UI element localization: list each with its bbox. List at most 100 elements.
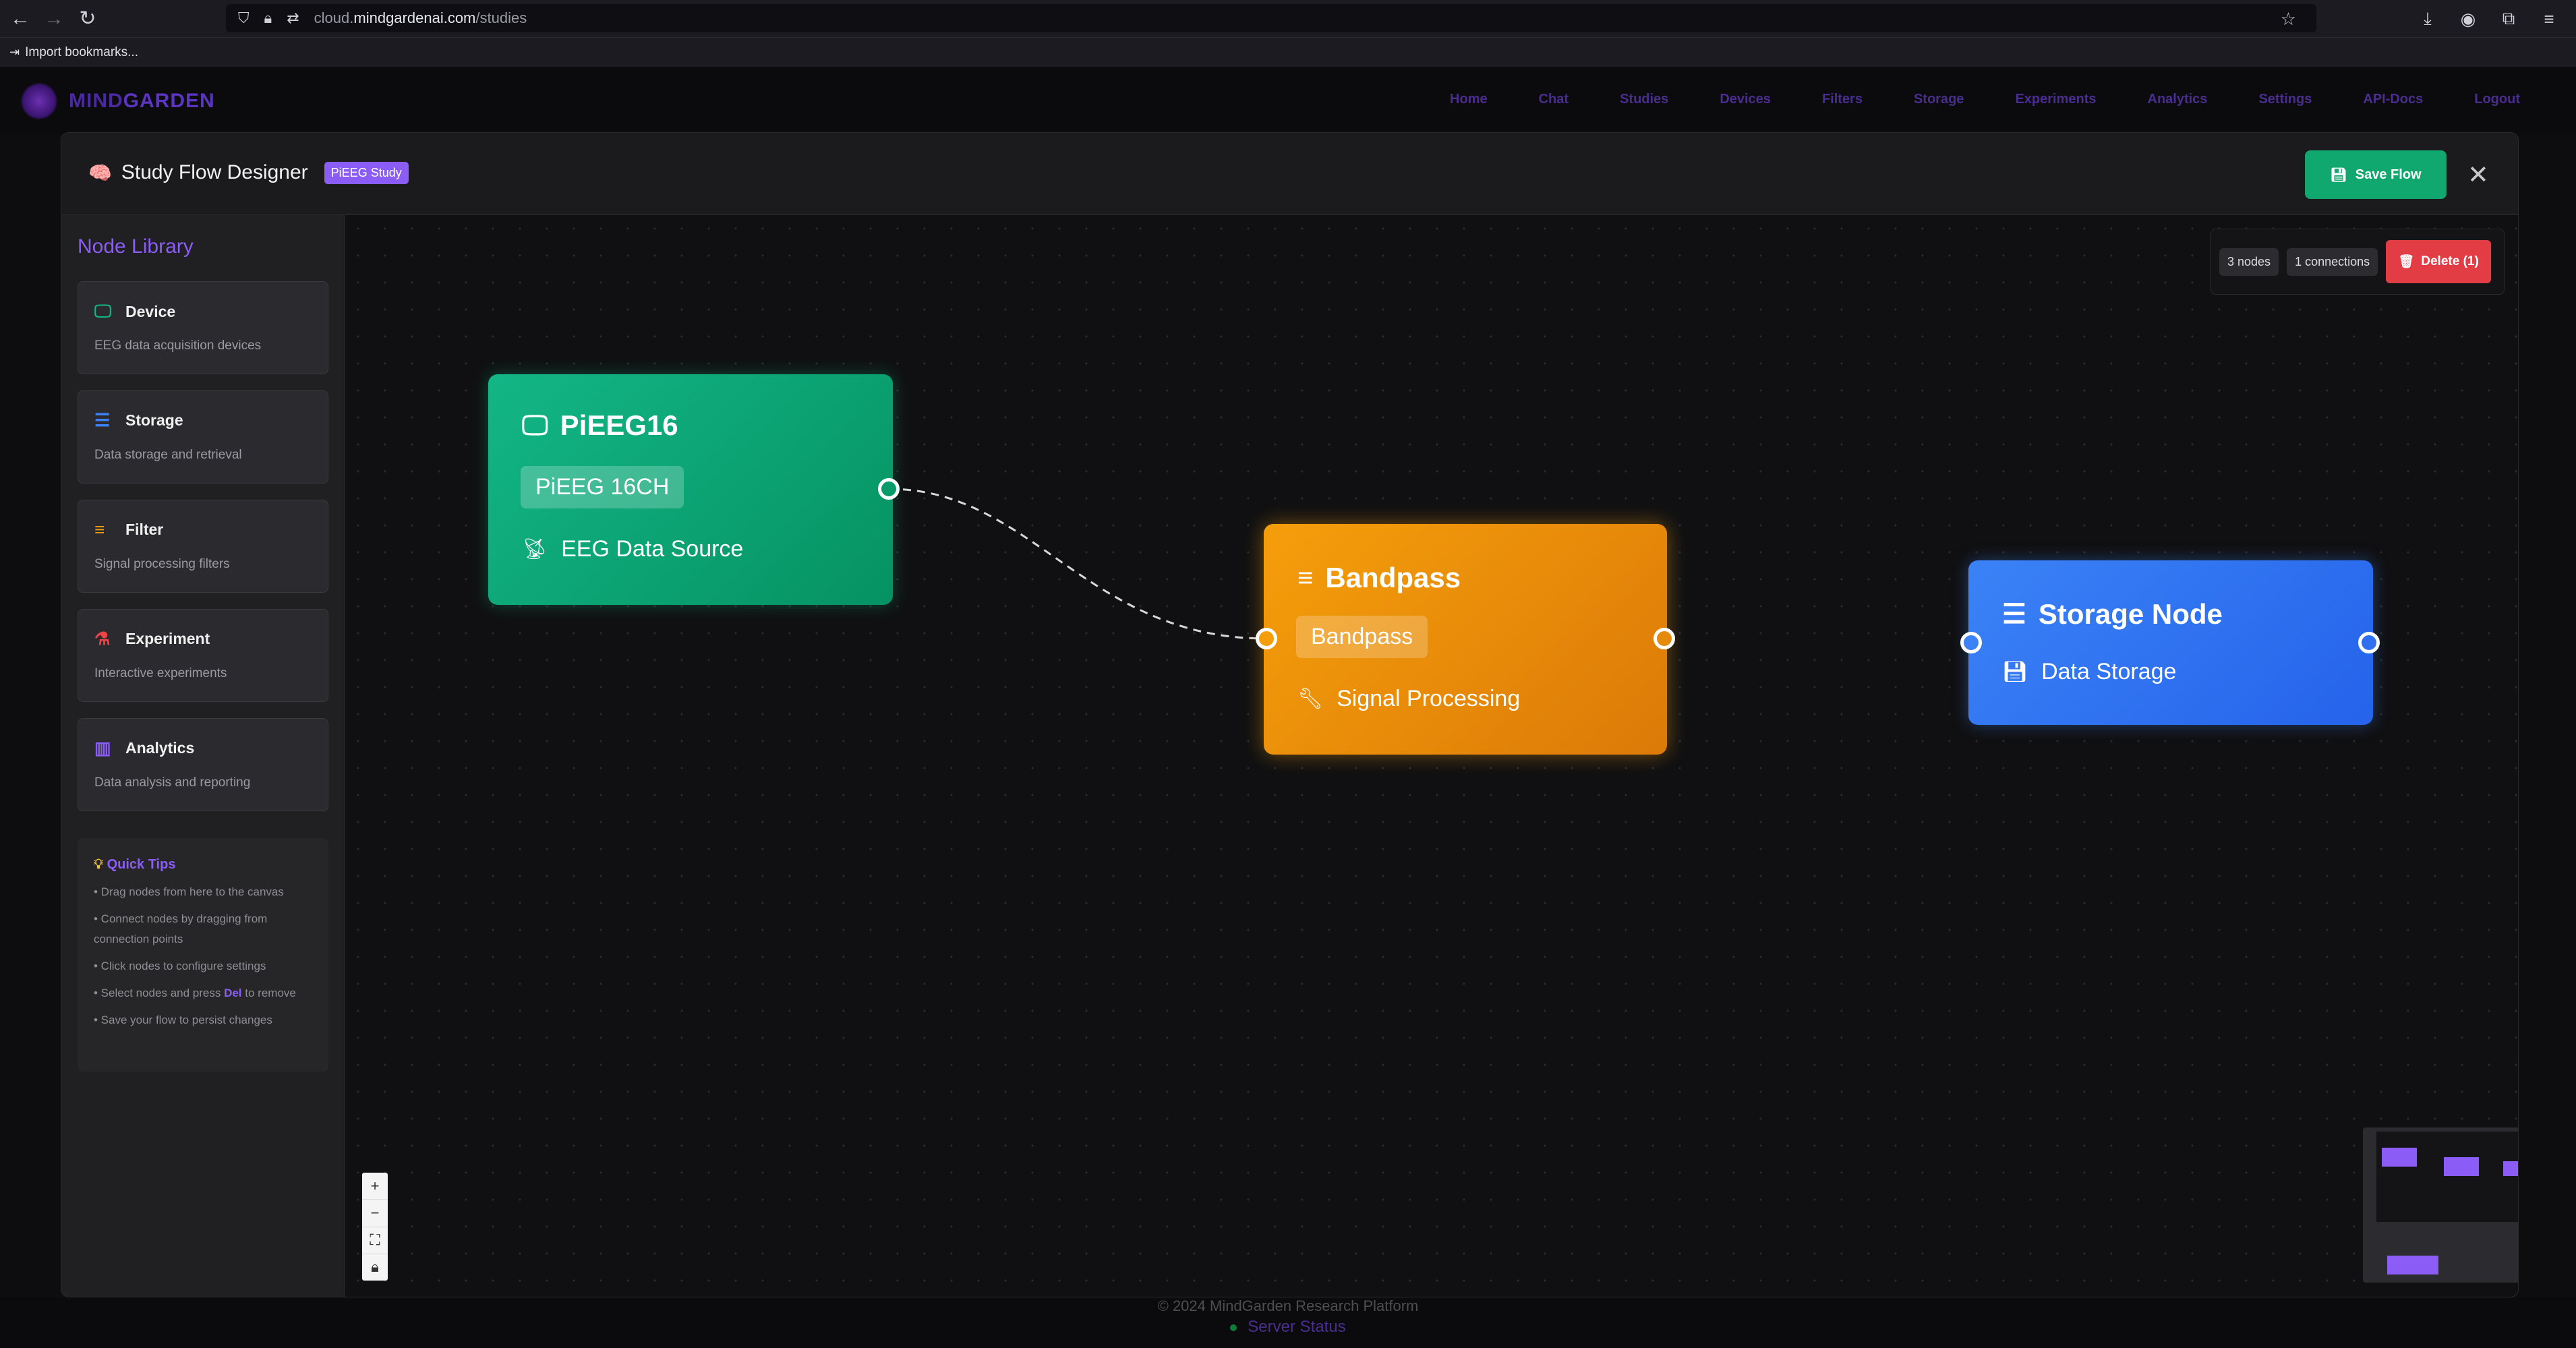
save-icon: 💾︎ (2330, 167, 2347, 183)
tip-item: • Connect nodes by dragging from connect… (94, 912, 268, 945)
flow-canvas[interactable]: 3 nodes 1 connections 🗑︎ Delete (1) 🖵︎ PiE… (345, 215, 2518, 1297)
server-status[interactable]: Server Status (0, 1318, 2576, 1337)
address-bar[interactable]: ⛉ 🔒︎ ⇄ cloud.mindgardenai.com/studies ☆ (226, 4, 2316, 32)
library-item-label: Analytics (125, 739, 195, 757)
nav-devices[interactable]: Devices (1694, 92, 1796, 107)
quick-tips: 💡︎ Quick Tips • Drag nodes from here to … (78, 838, 328, 1072)
footer: © 2024 MindGarden Research Platform Serv… (0, 1297, 2576, 1348)
node-storage[interactable]: ☰ Storage Node 💾︎ Data Storage (1960, 560, 2380, 725)
wrench-icon: 🔧︎ (1297, 688, 1324, 710)
close-icon[interactable]: ✕ (2467, 160, 2489, 190)
connection-count: 1 connections (2287, 247, 2378, 276)
node-title: PiEEG16 (560, 409, 678, 441)
node-subtitle: EEG Data Source (561, 536, 744, 562)
lightbulb-icon: 💡︎ (94, 857, 103, 872)
node-library: Node Library 🖵︎ Device EEG data acquisiti… (61, 215, 345, 1297)
node-tag: Bandpass (1296, 616, 1428, 658)
nav-home[interactable]: Home (1424, 92, 1513, 107)
lock-icon[interactable]: 🔒︎ (362, 1254, 388, 1281)
satellite-icon: 📡︎ (522, 538, 548, 560)
tip-item: • Click nodes to configure settings (94, 960, 266, 972)
library-item-label: Storage (125, 411, 183, 429)
minimap-node (2444, 1157, 2479, 1176)
back-icon[interactable]: ← (7, 5, 34, 32)
url-text[interactable]: cloud.mindgardenai.com/studies (314, 9, 527, 27)
minimap-node (2382, 1148, 2417, 1167)
flow-designer-modal: 🧠 Study Flow Designer PiEEG Study 💾︎ Sav… (61, 132, 2519, 1297)
import-icon: ⇥ (9, 45, 20, 59)
nav-analytics[interactable]: Analytics (2122, 92, 2233, 107)
bookmarks-bar: ⇥ Import bookmarks... (0, 38, 2576, 67)
modal-title: Study Flow Designer (121, 161, 308, 183)
logo-text: MINDGARDEN (69, 90, 215, 112)
delete-label: Delete (1) (2421, 254, 2479, 268)
nav-logout[interactable]: Logout (2449, 92, 2546, 107)
library-item-filter[interactable]: ≡ Filter Signal processing filters (78, 500, 328, 593)
minimap-node (2387, 1256, 2438, 1274)
extensions-icon[interactable]: ⧉ (2488, 8, 2529, 30)
nav-settings[interactable]: Settings (2233, 92, 2337, 107)
input-port[interactable] (1960, 632, 1982, 653)
library-item-desc: EEG data acquisition devices (94, 339, 262, 353)
output-port[interactable] (878, 478, 900, 500)
node-device[interactable]: 🖵︎ PiEEG16 PiEEG 16CH 📡︎ EEG Data Source (488, 374, 900, 605)
library-item-label: Experiment (125, 630, 210, 647)
node-tag: PiEEG 16CH (521, 466, 684, 508)
devices-icon: 🖵︎ (94, 301, 112, 321)
library-item-desc: Data analysis and reporting (94, 775, 251, 790)
nav-chat[interactable]: Chat (1513, 92, 1594, 107)
permissions-icon[interactable]: ⇄ (287, 9, 299, 27)
menu-icon[interactable]: ≡ (2529, 9, 2569, 30)
app-header: MINDGARDEN Home Chat Studies Devices Fil… (0, 67, 2576, 135)
floppy-disk-icon: 💾︎ (2002, 661, 2028, 683)
filter-icon: ≡ (1297, 562, 1314, 593)
connection-edge[interactable] (888, 488, 1267, 640)
nav-filters[interactable]: Filters (1796, 92, 1888, 107)
node-subtitle: Signal Processing (1337, 686, 1521, 711)
import-bookmarks-link[interactable]: Import bookmarks... (25, 45, 138, 60)
brain-logo-icon (20, 82, 58, 120)
node-filter[interactable]: ≡ Bandpass Bandpass 🔧︎ Signal Processing (1256, 524, 1675, 755)
minimap[interactable] (2363, 1127, 2518, 1283)
nav-experiments[interactable]: Experiments (1989, 92, 2121, 107)
node-title: Bandpass (1325, 562, 1461, 593)
save-flow-button[interactable]: 💾︎ Save Flow (2305, 150, 2447, 199)
storage-icon: ☰ (94, 410, 111, 430)
zoom-in-icon[interactable]: + (362, 1173, 388, 1200)
browser-toolbar: ← → ↻ ⛉ 🔒︎ ⇄ cloud.mindgardenai.com/stud… (0, 0, 2576, 38)
nav-api-docs[interactable]: API-Docs (2337, 92, 2449, 107)
nav-storage[interactable]: Storage (1888, 92, 1989, 107)
zoom-out-icon[interactable]: − (362, 1200, 388, 1227)
flask-icon: ⚗︎ (94, 628, 111, 649)
downloads-icon[interactable]: ⤓ (2407, 8, 2448, 30)
reload-icon[interactable]: ↻ (74, 5, 101, 32)
zoom-controls: + − ⛶ 🔒︎ (362, 1173, 388, 1281)
library-item-label: Device (125, 302, 176, 320)
node-title: Storage Node (2038, 598, 2223, 630)
bookmark-star-icon[interactable]: ☆ (2281, 9, 2296, 30)
account-icon[interactable]: ◉ (2448, 9, 2488, 30)
output-port[interactable] (2358, 632, 2380, 653)
input-port[interactable] (1256, 628, 1277, 649)
tip-item: • Save your flow to persist changes (94, 1014, 272, 1026)
nav-studies[interactable]: Studies (1594, 92, 1694, 107)
minimap-node (2503, 1161, 2518, 1176)
node-count: 3 nodes (2219, 247, 2279, 276)
shield-icon[interactable]: ⛉ (238, 9, 250, 27)
fit-view-icon[interactable]: ⛶ (362, 1227, 388, 1254)
library-item-device[interactable]: 🖵︎ Device EEG data acquisition devices (78, 281, 328, 374)
logo[interactable]: MINDGARDEN (20, 82, 215, 120)
modal-header: 🧠 Study Flow Designer PiEEG Study 💾︎ Sav… (61, 133, 2518, 215)
node-library-title: Node Library (78, 235, 194, 258)
tip-item: • Drag nodes from here to the canvas (94, 885, 284, 898)
library-item-storage[interactable]: ☰ Storage Data storage and retrieval (78, 390, 328, 483)
lock-icon[interactable]: 🔒︎ (264, 9, 272, 27)
library-item-experiment[interactable]: ⚗︎ Experiment Interactive experiments (78, 609, 328, 702)
forward-icon[interactable]: → (40, 5, 67, 32)
delete-button[interactable]: 🗑︎ Delete (1) (2386, 240, 2491, 283)
copyright: © 2024 MindGarden Research Platform (1157, 1297, 1419, 1314)
del-key: Del (224, 987, 242, 999)
library-item-analytics[interactable]: ▥ Analytics Data analysis and reporting (78, 718, 328, 811)
trash-icon: 🗑︎ (2398, 255, 2415, 269)
output-port[interactable] (1653, 628, 1675, 649)
